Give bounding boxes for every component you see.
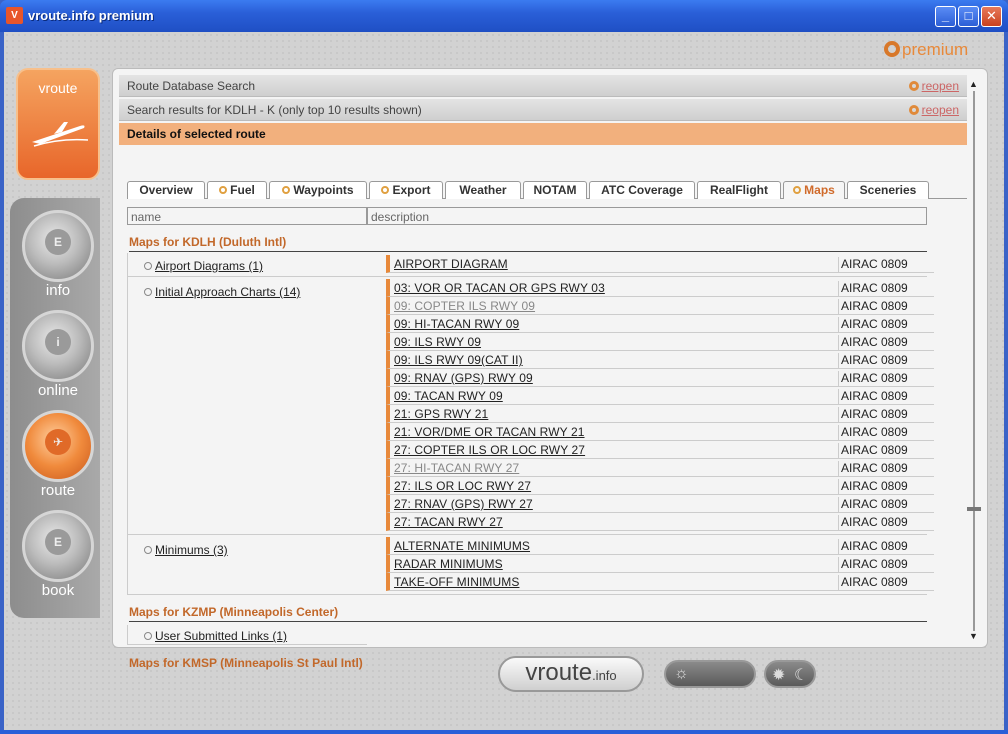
category-minimums[interactable]: Minimums (3) — [144, 543, 228, 557]
category-user-links[interactable]: User Submitted Links (1) — [144, 629, 287, 643]
gear-icon — [793, 186, 802, 194]
group-user-links: User Submitted Links (1) — [127, 625, 367, 645]
tab-overview[interactable]: Overview — [127, 181, 205, 199]
chart-row[interactable]: ALTERNATE MINIMUMS AIRAC 0809 — [386, 537, 934, 555]
sun-icon: ✹ — [772, 667, 786, 684]
chart-row[interactable]: 09: HI-TACAN RWY 09 AIRAC 0809 — [386, 315, 934, 333]
tab-fuel[interactable]: Fuel — [207, 181, 267, 199]
chart-row[interactable]: 21: GPS RWY 21 AIRAC 0809 — [386, 405, 934, 423]
reopen-search-link[interactable]: reopen — [908, 79, 959, 93]
title-bar[interactable]: V vroute.info premium _ □ ✕ — [0, 0, 1008, 32]
app-client-area: premium vroute E info i online ✈ route E… — [4, 32, 1004, 730]
tab-atc-coverage[interactable]: ATC Coverage — [589, 181, 695, 199]
route-search-title: Route Database Search — [127, 79, 256, 93]
nav-online[interactable]: i online — [18, 310, 98, 406]
scroll-thumb[interactable] — [967, 507, 981, 511]
reopen-results-link[interactable]: reopen — [908, 103, 959, 117]
nav-book-label: book — [41, 582, 75, 599]
tab-sceneries[interactable]: Sceneries — [847, 181, 929, 199]
gear-icon — [381, 186, 390, 194]
info-orb-icon: E — [22, 210, 94, 282]
nav-info-label: info — [45, 282, 71, 299]
scroll-down-icon[interactable]: ▼ — [969, 631, 978, 641]
route-orb-icon: ✈ — [22, 410, 94, 482]
close-button[interactable]: ✕ — [981, 6, 1002, 27]
day-night-toggle[interactable]: ✹ ☾ — [764, 660, 816, 688]
scroll-up-icon[interactable]: ▲ — [969, 79, 978, 89]
section-title-kzmp: Maps for KZMP (Minneapolis Center) — [129, 605, 927, 622]
category-approach-charts[interactable]: Initial Approach Charts (14) — [144, 285, 300, 299]
group-minimums: Minimums (3) ALTERNATE MINIMUMS AIRAC 080… — [127, 535, 934, 595]
nav-route-label: route — [40, 482, 76, 499]
section-title-kdlh: Maps for KDLH (Duluth Intl) — [129, 235, 927, 252]
chart-row[interactable]: 27: HI-TACAN RWY 27 AIRAC 0809 — [386, 459, 934, 477]
group-approach-charts: Initial Approach Charts (14) 03: VOR OR … — [127, 277, 934, 535]
chart-row[interactable]: 09: ILS RWY 09 AIRAC 0809 — [386, 333, 934, 351]
chart-row[interactable]: 09: COPTER ILS RWY 09 AIRAC 0809 — [386, 297, 934, 315]
scrollbar[interactable]: ▲ ▼ — [967, 77, 981, 641]
tab-waypoints[interactable]: Waypoints — [269, 181, 367, 199]
chart-row[interactable]: TAKE-OFF MINIMUMS AIRAC 0809 — [386, 573, 934, 591]
skyblue-skin-icon: ☼ — [674, 665, 689, 682]
chart-row[interactable]: AIRPORT DIAGRAM AIRAC 0809 — [386, 255, 934, 273]
gear-icon — [908, 105, 919, 115]
moon-icon: ☾ — [794, 667, 809, 684]
nav-online-label: online — [37, 382, 79, 399]
gear-icon — [884, 41, 900, 57]
magnifier-icon — [144, 262, 152, 270]
skin-selector-button[interactable]: ☼ — [664, 660, 756, 688]
airplane-icon — [32, 122, 88, 147]
name-filter-input[interactable]: name — [127, 207, 367, 225]
gear-icon — [282, 186, 291, 194]
tab-realflight[interactable]: RealFlight — [697, 181, 781, 199]
minimize-button[interactable]: _ — [935, 6, 956, 27]
chart-row[interactable]: 09: TACAN RWY 09 AIRAC 0809 — [386, 387, 934, 405]
vroute-tile-label: vroute — [38, 80, 78, 96]
gear-icon — [908, 81, 919, 91]
chart-row[interactable]: 27: RNAV (GPS) RWY 27 AIRAC 0809 — [386, 495, 934, 513]
chart-row[interactable]: 03: VOR OR TACAN OR GPS RWY 03 AIRAC 0809 — [386, 279, 934, 297]
chart-row[interactable]: 09: RNAV (GPS) RWY 09 AIRAC 0809 — [386, 369, 934, 387]
footer-logo[interactable]: vroute.info — [498, 656, 644, 692]
app-icon[interactable]: V — [6, 7, 23, 24]
magnifier-icon — [144, 632, 152, 640]
magnifier-icon — [144, 288, 152, 296]
gear-icon — [219, 186, 228, 194]
category-airport-diagrams[interactable]: Airport Diagrams (1) — [144, 259, 263, 273]
scroll-track[interactable] — [973, 91, 975, 631]
chart-row[interactable]: 09: ILS RWY 09(CAT II) AIRAC 0809 — [386, 351, 934, 369]
chart-row[interactable]: 21: VOR/DME OR TACAN RWY 21 AIRAC 0809 — [386, 423, 934, 441]
maximize-button[interactable]: □ — [958, 6, 979, 27]
nav-book[interactable]: E book — [18, 510, 98, 606]
tab-notam[interactable]: NOTAM — [523, 181, 587, 199]
magnifier-icon — [144, 546, 152, 554]
description-filter-input[interactable]: description — [367, 207, 927, 225]
search-results-bar[interactable]: Search results for KDLH - K (only top 10… — [119, 99, 967, 121]
nav-info[interactable]: E info — [18, 210, 98, 306]
premium-badge: premium — [884, 40, 968, 60]
online-orb-icon: i — [22, 310, 94, 382]
chart-row[interactable]: RADAR MINIMUMS AIRAC 0809 — [386, 555, 934, 573]
chart-row[interactable]: 27: COPTER ILS OR LOC RWY 27 AIRAC 0809 — [386, 441, 934, 459]
premium-label: premium — [902, 40, 969, 59]
nav-route[interactable]: ✈ route — [18, 410, 98, 506]
details-bar: Details of selected route — [119, 123, 967, 145]
book-orb-icon: E — [22, 510, 94, 582]
tab-maps[interactable]: Maps — [783, 181, 845, 199]
chart-row[interactable]: 27: ILS OR LOC RWY 27 AIRAC 0809 — [386, 477, 934, 495]
chart-row[interactable]: 27: TACAN RWY 27 AIRAC 0809 — [386, 513, 934, 531]
window-title: vroute.info premium — [28, 8, 154, 23]
group-airport-diagrams: Airport Diagrams (1) AIRPORT DIAGRAM AIRA… — [127, 253, 934, 277]
details-title: Details of selected route — [127, 127, 266, 141]
route-search-bar[interactable]: Route Database Search reopen — [119, 75, 967, 97]
tab-weather[interactable]: Weather — [445, 181, 521, 199]
tab-export[interactable]: Export — [369, 181, 443, 199]
main-panel: Route Database Search reopen Search resu… — [112, 68, 988, 670]
side-nav: E info i online ✈ route E book — [10, 198, 100, 618]
search-results-title: Search results for KDLH - K (only top 10… — [127, 103, 422, 117]
vroute-tile[interactable]: vroute — [16, 68, 100, 180]
detail-tabs: Overview Fuel Waypoints Export Weather N… — [127, 181, 967, 199]
window-bottom-border — [0, 730, 1008, 734]
